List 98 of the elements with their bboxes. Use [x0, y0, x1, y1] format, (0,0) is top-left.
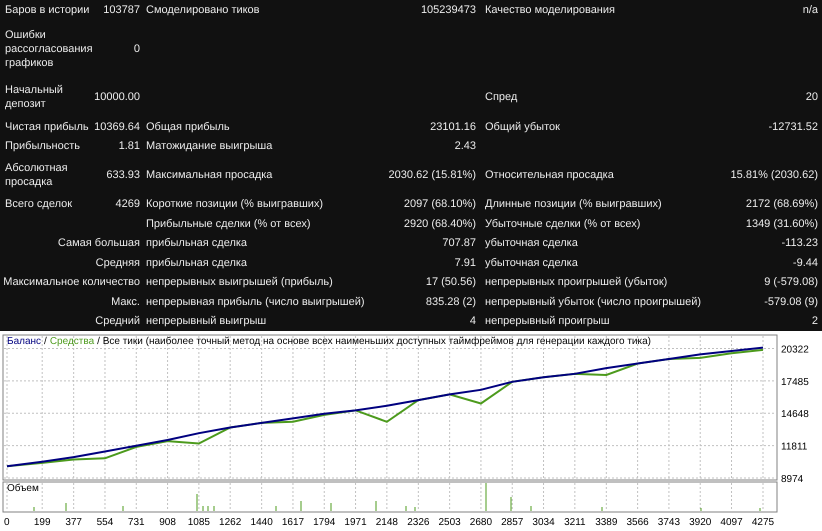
stat-value: 15.81% (2030.62): [730, 169, 818, 182]
stat-label: Относительная просадка: [485, 169, 614, 182]
x-tick-label: 1971: [344, 517, 367, 528]
stat-label: непрерывный выигрыш: [146, 315, 266, 328]
stat-label: прибыльная сделка: [146, 256, 248, 269]
group-label: Макс.: [111, 296, 140, 308]
x-tick-label: 731: [128, 517, 145, 528]
x-tick-label: 199: [34, 517, 51, 528]
stat-label: Прибыльные сделки (% от всех): [146, 218, 311, 230]
stat-value: n/a: [802, 4, 818, 16]
stat-value: 10369.64: [94, 120, 140, 133]
group-label: Средняя: [96, 256, 140, 269]
stat-value: 2: [812, 315, 818, 328]
stat-value: 1.81: [118, 140, 140, 152]
x-tick-label: 2326: [407, 517, 430, 528]
stat-label: прибыльная сделка: [146, 237, 248, 250]
stat-value: -579.08 (9): [764, 296, 818, 308]
stat-label: Смоделировано тиков: [146, 4, 260, 16]
x-tick-label: 3211: [564, 517, 586, 528]
y-tick-label: 11811: [781, 442, 808, 453]
stat-label: Общий убыток: [485, 120, 560, 133]
stat-label: Всего сделок: [5, 198, 72, 210]
stat-value: 2097 (68.10%): [404, 198, 476, 210]
x-tick-label: 554: [96, 517, 114, 528]
x-tick-label: 2148: [376, 517, 398, 528]
stat-label: Баров в истории: [5, 4, 90, 16]
x-tick-label: 3743: [658, 517, 680, 528]
x-tick-label: 1794: [313, 517, 336, 528]
stat-value: -12731.52: [768, 120, 818, 133]
x-tick-label: 3034: [532, 517, 555, 528]
stat-value: -9.44: [792, 256, 818, 269]
y-tick-label: 14648: [781, 409, 809, 420]
stat-label: непрерывных выигрышей (прибыль): [146, 276, 333, 288]
x-tick-label: 3920: [689, 517, 712, 528]
x-tick-label: 3389: [595, 517, 618, 528]
stat-label: убыточная сделка: [485, 237, 578, 250]
x-tick-label: 4275: [752, 517, 774, 528]
x-tick-label: 2503: [438, 517, 461, 528]
stat-label: Короткие позиции (% выигравших): [146, 198, 324, 210]
x-tick-label: 3566: [626, 517, 649, 528]
y-tick-label: 8974: [781, 474, 804, 486]
x-tick-label: 1085: [188, 517, 210, 528]
x-tick-label: 908: [159, 517, 176, 528]
stat-label: Длинные позиции (% выигравших): [485, 198, 662, 210]
stat-value: 7.91: [454, 256, 476, 269]
stat-label: Прибыльность: [5, 140, 80, 152]
x-tick-label: 0: [4, 517, 10, 528]
stat-value: 4269: [116, 198, 140, 210]
stat-value: -113.23: [782, 237, 818, 250]
stat-label: Максимальная просадка: [146, 169, 272, 182]
legend-separator: /: [44, 336, 47, 348]
stat-value: 20: [806, 91, 818, 104]
legend-series: Средства: [50, 336, 94, 348]
stat-value: 2172 (68.69%): [746, 198, 818, 210]
stat-value: 633.93: [106, 169, 140, 182]
stat-label: непрерывная прибыль (число выигрышей): [146, 296, 365, 308]
stat-value: 0: [134, 42, 140, 55]
stat-value: 103787: [103, 4, 140, 16]
chart-title: / Все тики (наиболее точный метод на основе всех наименьших доступных таймфреймов для генерации каждого тика): [97, 336, 651, 348]
group-label: Самая большая: [58, 237, 140, 250]
stat-label: Качество моделирования: [485, 4, 615, 16]
stat-value: 2.43: [454, 140, 476, 152]
stat-value: 17 (50.56): [426, 276, 476, 288]
x-tick-label: 1262: [219, 517, 242, 528]
stat-value: 835.28 (2): [426, 296, 476, 308]
stat-label: Убыточные сделки (% от всех): [485, 218, 640, 230]
stat-value: 2030.62 (15.81%): [388, 169, 476, 182]
y-tick-label: 20322: [781, 344, 809, 356]
x-tick-label: 2857: [501, 517, 524, 528]
stat-value: 707.87: [442, 237, 476, 250]
stat-value: 4: [470, 315, 476, 328]
stat-label: Начальный депозит: [5, 84, 63, 110]
stat-value: 9 (-579.08): [764, 276, 818, 288]
stat-value: 10000.00: [94, 91, 140, 104]
stat-label: непрерывный убыток (число проигрышей): [485, 296, 702, 308]
stat-label: Общая прибыль: [146, 120, 230, 133]
group-label: Максимальное количество: [3, 276, 140, 288]
stat-label: Спред: [485, 91, 518, 104]
legend-series: Баланс: [7, 336, 42, 348]
x-tick-label: 377: [65, 517, 82, 528]
stat-label: Чистая прибыль: [5, 120, 89, 133]
stat-label: Матожидание выигрыша: [146, 140, 272, 152]
x-tick-label: 1440: [250, 517, 273, 528]
stat-label: убыточная сделка: [485, 256, 578, 269]
x-tick-label: 1617: [282, 517, 304, 528]
x-tick-label: 4097: [720, 517, 743, 528]
stat-value: 2920 (68.40%): [404, 218, 476, 230]
volume-label: Объем: [7, 483, 39, 495]
stat-value: 1349 (31.60%): [746, 218, 818, 230]
stat-label: Абсолютная просадка: [5, 162, 68, 188]
x-tick-label: 2680: [470, 517, 492, 528]
stat-label: непрерывных проигрышей (убыток): [485, 276, 668, 288]
group-label: Средний: [95, 315, 140, 328]
stat-value: 105239473: [420, 4, 476, 16]
stat-value: 23101.16: [430, 120, 476, 133]
y-tick-label: 17485: [781, 376, 809, 388]
stat-label: Ошибки рассогласования графиков: [5, 28, 93, 69]
stat-label: непрерывный проигрыш: [485, 315, 610, 328]
